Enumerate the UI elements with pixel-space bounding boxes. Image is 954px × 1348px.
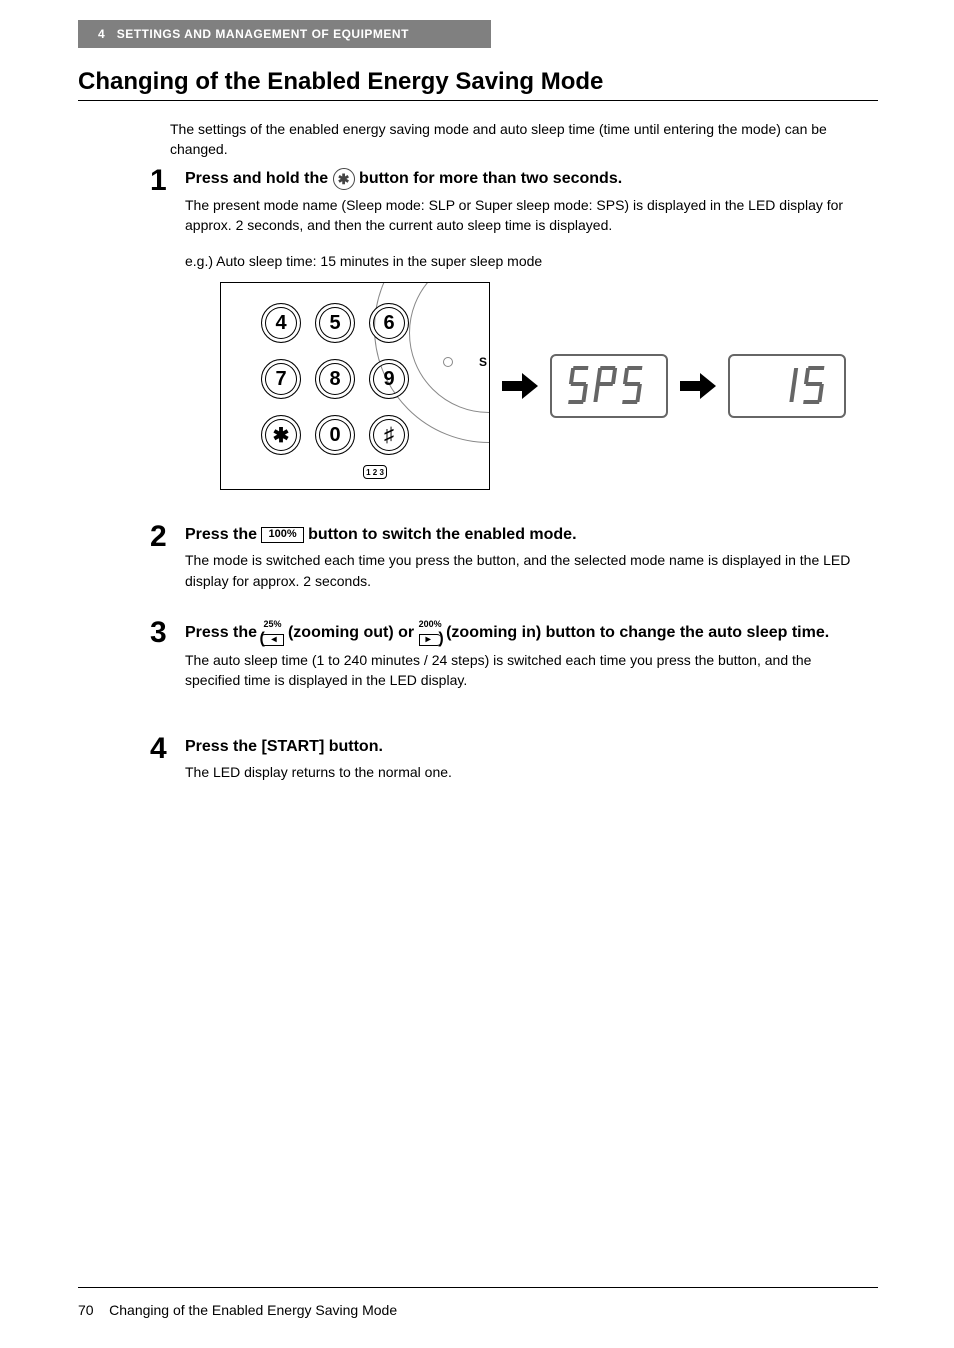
step-heading: Press the [START] button. (185, 736, 865, 758)
step-body: The mode is switched each time you press… (185, 550, 865, 591)
step-body: The present mode name (Sleep mode: SLP o… (185, 195, 865, 236)
lcd-display-time (728, 354, 846, 418)
step-number: 1 (150, 164, 167, 198)
step-2: 2 Press the 100% button to switch the en… (185, 524, 865, 591)
step-number: 2 (150, 520, 167, 554)
100-percent-button-icon: 100% (261, 527, 303, 543)
step-head-post: button to switch the enabled mode. (308, 526, 576, 543)
chapter-header: 4 SETTINGS AND MANAGEMENT OF EQUIPMENT (78, 20, 491, 48)
chapter-number: 4 (98, 27, 105, 41)
step-number: 4 (150, 732, 167, 766)
key-7: 7 (261, 359, 301, 399)
step-body: The auto sleep time (1 to 240 minutes / … (185, 650, 865, 691)
arrow-right-icon (680, 371, 716, 401)
dial-led-icon (443, 357, 453, 367)
key-star: ✱ (261, 415, 301, 455)
arrow-right-icon (502, 371, 538, 401)
diagram: 4 5 6 7 8 9 ✱ 0 ♯ 1 2 3 S (220, 282, 846, 490)
zoom-out-button-icon: 25% (◂ (261, 620, 283, 646)
key-9: 9 (369, 359, 409, 399)
zoom-in-label: 200% (419, 620, 442, 629)
intro-text: The settings of the enabled energy savin… (170, 120, 850, 159)
keypad-illustration: 4 5 6 7 8 9 ✱ 0 ♯ 1 2 3 S (220, 282, 490, 490)
step-head-a: Press the (185, 624, 261, 641)
key-5: 5 (315, 303, 355, 343)
step-number: 3 (150, 616, 167, 650)
seven-segment-15 (737, 362, 837, 410)
partial-start-label: S (479, 355, 487, 369)
key-0: 0 (315, 415, 355, 455)
step-3: 3 Press the 25% (◂ (zooming out) or 200%… (185, 620, 865, 691)
chapter-title: SETTINGS AND MANAGEMENT OF EQUIPMENT (117, 27, 409, 41)
footer-divider (78, 1287, 878, 1288)
lcd-display-mode (550, 354, 668, 418)
zoom-in-button-icon: 200% ▸) (419, 620, 442, 646)
key-8: 8 (315, 359, 355, 399)
step-heading: Press the 25% (◂ (zooming out) or 200% ▸… (185, 620, 865, 646)
star-circle-icon: ✱ (333, 168, 355, 190)
key-4: 4 (261, 303, 301, 343)
step-head-b: (zooming out) or (288, 624, 419, 641)
keypad-123-label: 1 2 3 (363, 465, 387, 479)
step-4: 4 Press the [START] button. The LED disp… (185, 736, 865, 783)
step-1: 1 Press and hold the ✱ button for more t… (185, 168, 865, 269)
zoom-out-label: 25% (261, 620, 283, 629)
step-head-pre: Press the (185, 526, 261, 543)
footer-title: Changing of the Enabled Energy Saving Mo… (109, 1302, 397, 1318)
seven-segment-sps (559, 362, 659, 410)
step-body: The LED display returns to the normal on… (185, 762, 865, 782)
step-head-c: (zooming in) button to change the auto s… (446, 624, 829, 641)
key-hash: ♯ (369, 415, 409, 455)
key-6: 6 (369, 303, 409, 343)
step-head-post: button for more than two seconds. (359, 170, 622, 187)
step-heading: Press the 100% button to switch the enab… (185, 524, 865, 546)
page-title: Changing of the Enabled Energy Saving Mo… (78, 68, 878, 96)
step-example: e.g.) Auto sleep time: 15 minutes in the… (185, 253, 865, 269)
page-footer: 70 Changing of the Enabled Energy Saving… (78, 1302, 397, 1318)
step-heading: Press and hold the ✱ button for more tha… (185, 168, 865, 191)
step-head-pre: Press and hold the (185, 170, 333, 187)
page-number: 70 (78, 1302, 94, 1318)
title-divider (78, 100, 878, 101)
